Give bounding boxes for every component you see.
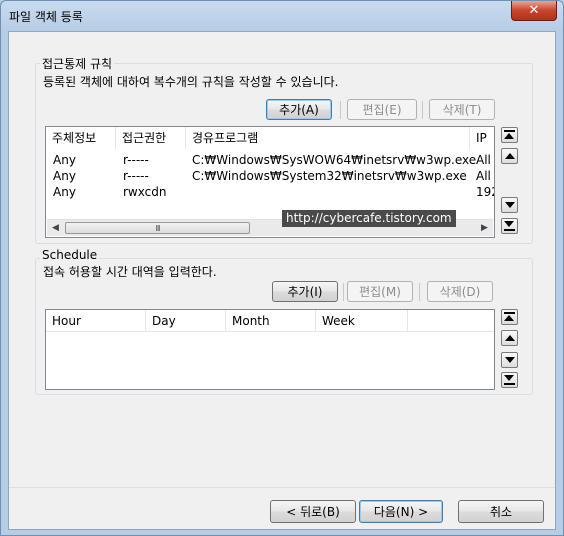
footer-divider xyxy=(9,487,555,488)
cell-subject: Any xyxy=(53,153,76,167)
column-header-program[interactable]: 경유프로그램 xyxy=(186,127,470,149)
title-bar[interactable]: 파일 객체 등록 ✕ xyxy=(1,1,563,31)
acl-list-header: 주체정보 접근권한 경유프로그램 IP xyxy=(46,127,494,149)
cancel-button[interactable]: 취소 xyxy=(458,500,544,523)
cell-ip: All xyxy=(476,169,491,183)
column-header-week[interactable]: Week xyxy=(316,310,408,332)
schedule-list[interactable]: Hour Day Month Week xyxy=(45,309,495,390)
cell-permission: rwxcdn xyxy=(123,185,167,199)
separator xyxy=(340,101,341,119)
column-header-hour[interactable]: Hour xyxy=(46,310,146,332)
window-title: 파일 객체 등록 xyxy=(9,10,83,24)
separator xyxy=(422,101,423,119)
move-up-icon xyxy=(504,335,515,341)
separator xyxy=(343,283,344,301)
cell-program: C:₩Windows₩SysWOW64₩inetsrv₩w3wp.exe xyxy=(192,153,477,167)
schedule-description: 접속 허용할 시간 대역을 입력한다. xyxy=(43,265,217,279)
scroll-left-icon[interactable]: ◀ xyxy=(47,220,64,236)
cell-ip: All xyxy=(476,153,491,167)
next-button[interactable]: 다음(N) > xyxy=(359,500,443,523)
back-button[interactable]: < 뒤로(B) xyxy=(270,500,356,523)
table-row[interactable]: Any r----- C:₩Windows₩SysWOW64₩inetsrv₩w… xyxy=(46,152,494,168)
cell-program: C:₩Windows₩System32₩inetsrv₩w3wp.exe xyxy=(192,169,467,183)
close-icon: ✕ xyxy=(528,3,540,18)
scroll-grip: III xyxy=(155,223,160,233)
schedule-move-up-button[interactable] xyxy=(501,330,518,346)
schedule-add-button[interactable]: 추가(I) xyxy=(272,281,338,302)
watermark-text: http://cybercafe.tistory.com xyxy=(282,210,456,227)
move-up-icon xyxy=(504,153,515,159)
move-down-icon xyxy=(504,357,515,363)
cell-permission: r----- xyxy=(123,169,149,183)
schedule-list-header: Hour Day Month Week xyxy=(46,310,494,332)
acl-description: 등록된 객체에 대하여 복수개의 규칙을 작성할 수 있습니다. xyxy=(43,75,339,89)
scroll-thumb[interactable]: III xyxy=(65,222,250,234)
cell-subject: Any xyxy=(53,185,76,199)
table-row[interactable]: Any r----- C:₩Windows₩System32₩inetsrv₩w… xyxy=(46,168,494,184)
schedule-group-title: Schedule xyxy=(40,248,100,262)
close-button[interactable]: ✕ xyxy=(511,1,557,21)
column-header-month[interactable]: Month xyxy=(226,310,316,332)
dialog-window: 파일 객체 등록 ✕ 접근통제 규칙 등록된 객체에 대하여 복수개의 규칙을 … xyxy=(0,0,564,536)
acl-add-button[interactable]: 추가(A) xyxy=(266,99,332,120)
schedule-move-top-button[interactable] xyxy=(501,309,518,325)
separator xyxy=(419,283,420,301)
schedule-edit-button[interactable]: 편집(M) xyxy=(347,281,413,302)
cell-ip: 192 xyxy=(476,185,494,199)
acl-edit-button[interactable]: 편집(E) xyxy=(347,99,417,120)
column-header-subject[interactable]: 주체정보 xyxy=(46,127,116,149)
move-bottom-icon xyxy=(504,375,515,385)
acl-group-title: 접근통제 규칙 xyxy=(40,55,115,72)
move-down-icon xyxy=(504,202,515,208)
schedule-delete-button[interactable]: 삭제(D) xyxy=(427,281,493,302)
acl-delete-button[interactable]: 삭제(T) xyxy=(429,99,495,120)
column-header-ip[interactable]: IP xyxy=(470,127,494,149)
cell-subject: Any xyxy=(53,169,76,183)
acl-move-up-button[interactable] xyxy=(501,148,518,164)
acl-move-bottom-button[interactable] xyxy=(501,218,518,234)
move-top-icon xyxy=(504,130,515,140)
column-header-permission[interactable]: 접근권한 xyxy=(116,127,186,149)
cell-permission: r----- xyxy=(123,153,149,167)
dialog-client-area: 접근통제 규칙 등록된 객체에 대하여 복수개의 규칙을 작성할 수 있습니다.… xyxy=(8,31,556,530)
schedule-move-bottom-button[interactable] xyxy=(501,372,518,388)
acl-move-top-button[interactable] xyxy=(501,127,518,143)
table-row[interactable]: Any rwxcdn 192 xyxy=(46,184,494,200)
column-header-day[interactable]: Day xyxy=(146,310,226,332)
acl-move-down-button[interactable] xyxy=(501,197,518,213)
schedule-move-down-button[interactable] xyxy=(501,352,518,368)
move-top-icon xyxy=(504,312,515,322)
move-bottom-icon xyxy=(504,221,515,231)
scroll-right-icon[interactable]: ▶ xyxy=(476,220,493,236)
